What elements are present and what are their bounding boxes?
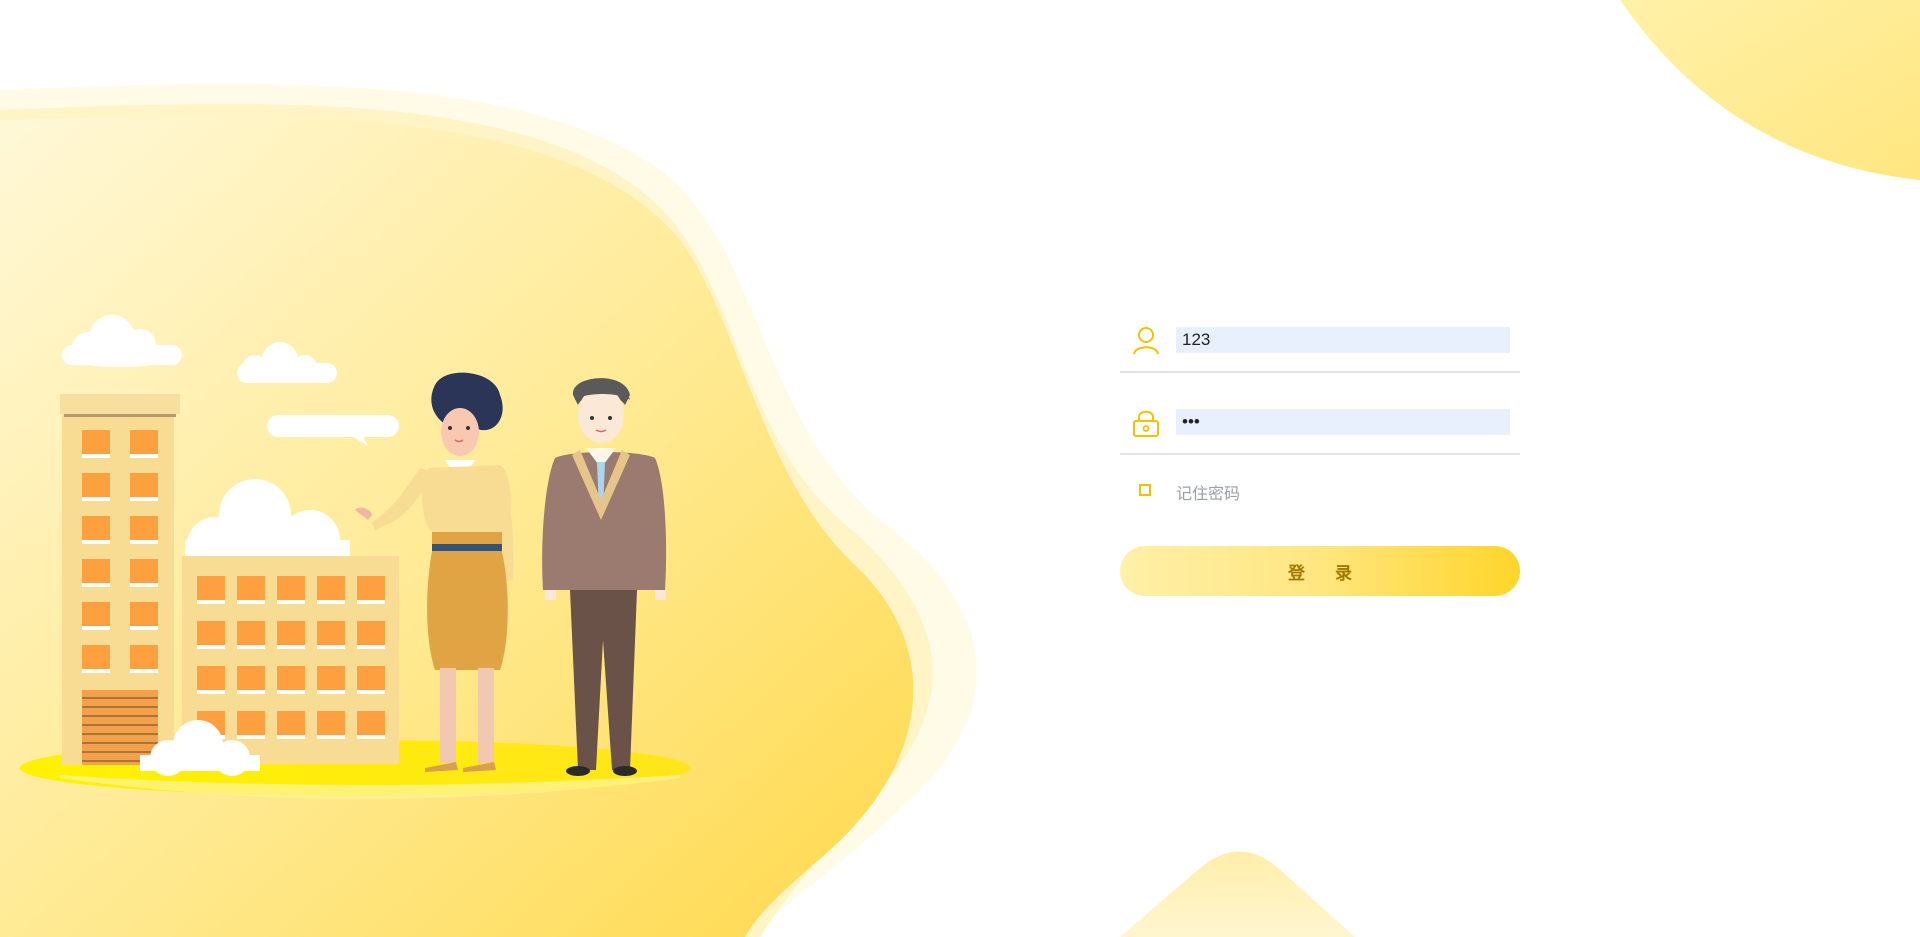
remember-label: 记住密码 <box>1176 484 1241 503</box>
background-illustration <box>0 0 1920 937</box>
lock-icon <box>1133 410 1159 437</box>
remember-checkbox[interactable] <box>1139 484 1151 496</box>
corner-decoration <box>1620 0 1920 180</box>
tall-building <box>60 394 180 765</box>
password-input[interactable] <box>1176 409 1510 435</box>
user-icon <box>1133 327 1159 355</box>
login-form: 记住密码 登 录 <box>1120 315 1520 596</box>
login-button[interactable]: 登 录 <box>1120 546 1520 596</box>
username-row <box>1120 315 1520 373</box>
password-row <box>1120 397 1520 455</box>
username-input[interactable] <box>1176 327 1510 353</box>
remember-row: 记住密码 <box>1120 475 1520 505</box>
hill-decoration <box>1120 851 1355 937</box>
